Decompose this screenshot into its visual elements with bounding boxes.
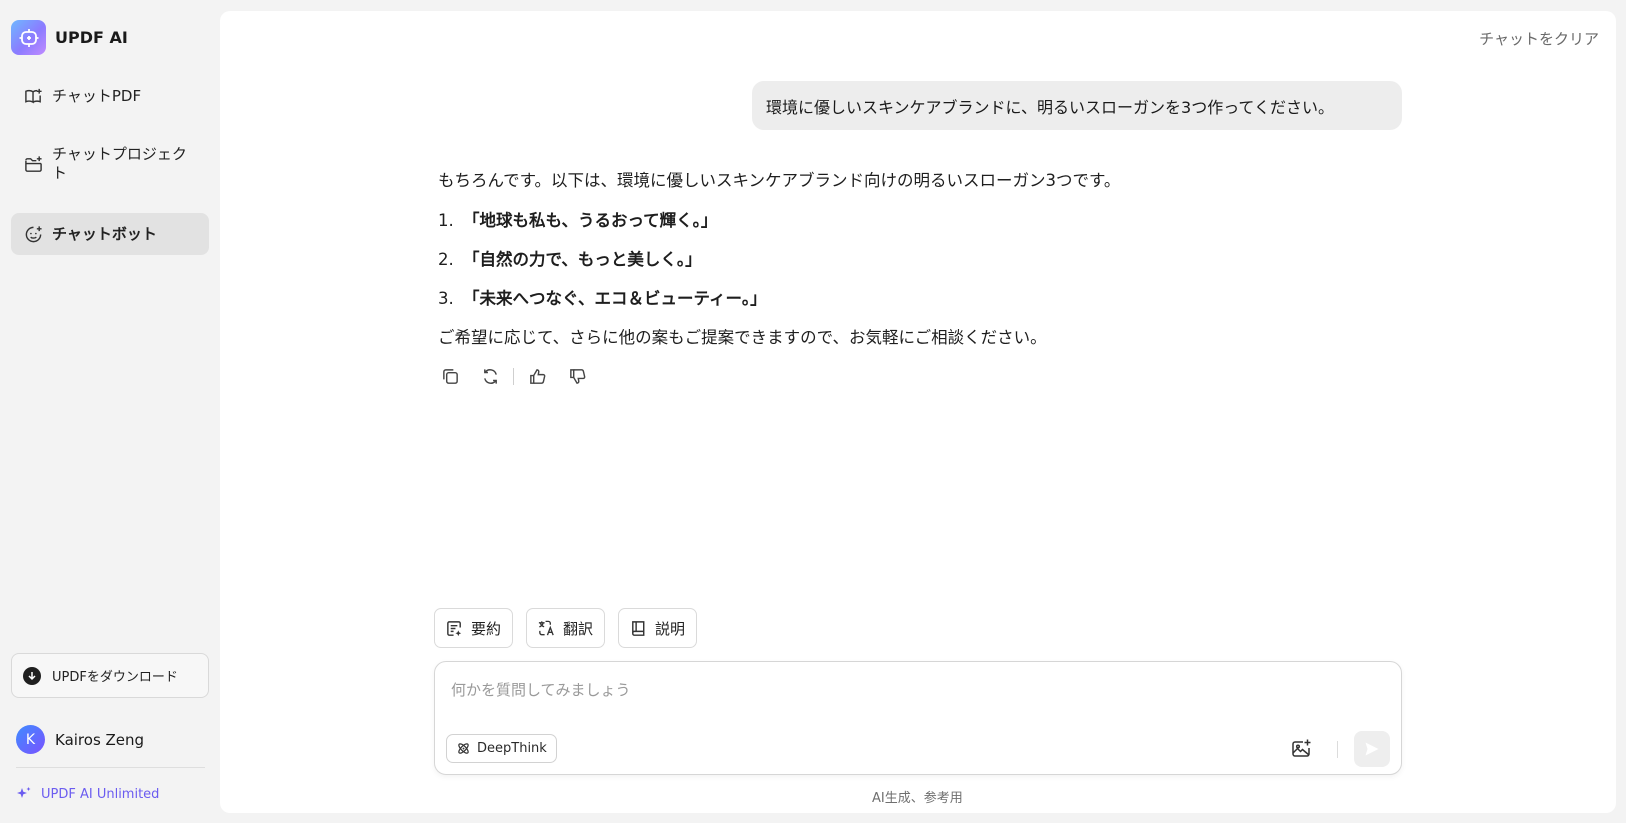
updf-logo-icon: [11, 20, 46, 55]
download-label: UPDFをダウンロード: [52, 670, 178, 685]
chat-panel: チャットをクリア 環境に優しいスキンケアブランドに、明るいスローガンを3つ作って…: [220, 11, 1616, 813]
explain-label: 説明: [655, 619, 686, 638]
list-number: 3.: [438, 289, 454, 308]
answer-outro: ご希望に応じて、さらに他の案もご提案できますので、お気軽にご相談ください。: [438, 328, 1047, 347]
explain-button[interactable]: 説明: [618, 608, 697, 648]
thumbs-down-icon[interactable]: [566, 365, 588, 387]
list-item: 1. 「地球も私も、うるおって輝く。」: [438, 207, 717, 231]
book-icon: [23, 86, 43, 106]
list-item: 3. 「未来へつなぐ、エコ＆ビューティー。」: [438, 285, 767, 309]
send-icon: [1365, 742, 1379, 756]
translate-label: 翻訳: [563, 619, 594, 638]
slogan-text: 「未来へつなぐ、エコ＆ビューティー。」: [463, 289, 767, 308]
translate-icon: [537, 619, 556, 638]
summarize-label: 要約: [471, 619, 502, 638]
summarize-button[interactable]: 要約: [434, 608, 513, 648]
brand-name: UPDF AI: [55, 28, 128, 47]
image-upload-icon[interactable]: [1289, 737, 1313, 761]
deepthink-label: DeepThink: [477, 741, 547, 756]
plan-label: UPDF AI Unlimited: [41, 786, 160, 802]
user-profile[interactable]: K Kairos Zeng: [16, 725, 144, 754]
plan-link[interactable]: UPDF AI Unlimited: [16, 786, 159, 802]
bot-icon: [23, 224, 43, 244]
deepthink-toggle[interactable]: DeepThink: [446, 734, 557, 763]
message-input[interactable]: [451, 678, 1351, 702]
send-button[interactable]: [1354, 731, 1390, 767]
list-item: 2. 「自然の力で、もっと美しく。」: [438, 246, 702, 270]
thumbs-up-icon[interactable]: [526, 365, 548, 387]
sidebar: UPDF AI チャットPDF チャットプロジェクト チャットボット UPDFを…: [0, 0, 220, 823]
list-number: 1.: [438, 211, 454, 230]
explain-book-icon: [629, 619, 648, 638]
answer-intro: もちろんです。以下は、環境に優しいスキンケアブランド向けの明るいスローガン3つで…: [438, 171, 1121, 190]
message-actions: [439, 365, 588, 387]
download-updf-button[interactable]: UPDFをダウンロード: [11, 653, 209, 698]
sidebar-item-chat-project[interactable]: チャットプロジェクト: [11, 140, 209, 188]
ai-disclaimer: AI生成、参考用: [872, 791, 963, 806]
message-composer: DeepThink: [434, 661, 1402, 775]
summary-icon: [445, 619, 464, 638]
slogan-text: 「自然の力で、もっと美しく。」: [463, 250, 702, 269]
brand[interactable]: UPDF AI: [11, 20, 128, 55]
sidebar-item-chat-pdf[interactable]: チャットPDF: [11, 78, 209, 114]
sidebar-item-chatbot[interactable]: チャットボット: [11, 213, 209, 255]
user-message: 環境に優しいスキンケアブランドに、明るいスローガンを3つ作ってください。: [752, 81, 1402, 130]
atom-icon: [456, 741, 471, 756]
user-message-text: 環境に優しいスキンケアブランドに、明るいスローガンを3つ作ってください。: [766, 97, 1334, 117]
translate-button[interactable]: 翻訳: [526, 608, 605, 648]
download-icon: [23, 666, 41, 685]
sidebar-divider: [16, 767, 205, 768]
sidebar-item-label: チャットプロジェクト: [52, 145, 187, 182]
sidebar-item-label: チャットPDF: [52, 86, 142, 105]
sidebar-item-label: チャットボット: [52, 224, 157, 243]
sparkle-icon: [16, 786, 32, 802]
regenerate-icon[interactable]: [479, 365, 501, 387]
slogan-text: 「地球も私も、うるおって輝く。」: [463, 211, 718, 230]
avatar: K: [16, 725, 45, 754]
folder-icon: [23, 154, 43, 174]
user-name: Kairos Zeng: [55, 730, 145, 749]
list-number: 2.: [438, 250, 454, 269]
clear-chat-button[interactable]: チャットをクリア: [1479, 28, 1599, 49]
composer-divider: [1337, 741, 1338, 758]
actions-divider: [513, 367, 514, 385]
copy-icon[interactable]: [439, 365, 461, 387]
